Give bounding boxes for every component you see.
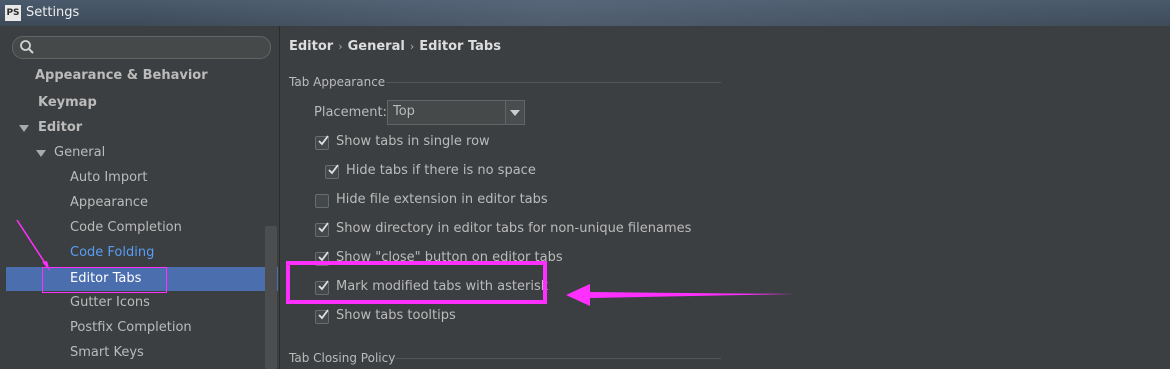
tree-item-appearance-behavior[interactable]: Appearance & Behavior <box>35 64 208 88</box>
checkbox[interactable] <box>315 135 329 150</box>
checkmark-icon <box>318 135 329 146</box>
chevron-down-icon[interactable] <box>505 101 524 124</box>
placement-label: Placement: <box>314 105 387 120</box>
placement-value: Top <box>393 104 415 119</box>
settings-tree-panel: Appearance & Behavior Keymap Editor Gene… <box>0 26 279 369</box>
tree-item-smart-keys[interactable]: Smart Keys <box>70 341 144 365</box>
checkmark-icon <box>318 222 329 233</box>
breadcrumb-editor-tabs: Editor Tabs <box>419 39 501 54</box>
settings-content-panel: Editor › General › Editor Tabs Tab Appearanc… <box>280 26 1170 369</box>
tree-item-auto-import[interactable]: Auto Import <box>70 166 147 190</box>
expand-arrow-icon[interactable] <box>36 150 46 157</box>
search-icon <box>20 40 34 54</box>
title-bar-background <box>140 0 1170 26</box>
tree-item-appearance[interactable]: Appearance <box>70 191 148 215</box>
checkbox[interactable] <box>325 164 339 179</box>
tree-item-code-folding[interactable]: Code Folding <box>70 241 154 265</box>
window-title: Settings <box>26 5 80 20</box>
section-title-tab-closing-policy: Tab Closing Policy <box>289 351 396 365</box>
breadcrumb: Editor › General › Editor Tabs <box>289 39 501 54</box>
checkmark-icon <box>318 309 329 320</box>
highlight-box-annotation <box>286 261 547 304</box>
tree-item-code-completion[interactable]: Code Completion <box>70 216 182 240</box>
breadcrumb-separator-icon: › <box>338 40 343 53</box>
checkmark-icon <box>328 164 339 175</box>
tree-item-general[interactable]: General <box>54 141 105 165</box>
tree-item-keymap[interactable]: Keymap <box>38 91 97 115</box>
checkbox-label: Hide tabs if there is no space <box>346 163 536 178</box>
checkbox-label: Show directory in editor tabs for non-un… <box>336 221 692 236</box>
phpstorm-app-icon: PS <box>5 5 21 21</box>
checkbox-label: Hide file extension in editor tabs <box>336 192 548 207</box>
tree-item-editor[interactable]: Editor <box>38 116 82 140</box>
tree-item-postfix-completion[interactable]: Postfix Completion <box>70 316 192 340</box>
section-title-tab-appearance: Tab Appearance <box>289 75 386 89</box>
search-input[interactable] <box>12 36 271 59</box>
checkbox[interactable] <box>315 194 329 208</box>
breadcrumb-editor: Editor <box>289 39 334 54</box>
expand-arrow-icon[interactable] <box>19 125 29 132</box>
checkbox[interactable] <box>315 309 329 324</box>
highlight-box-annotation-small <box>42 267 167 293</box>
checkbox-label: Show tabs in single row <box>336 134 490 149</box>
placement-dropdown[interactable]: Top <box>387 100 525 125</box>
tree-scrollbar[interactable] <box>265 226 277 369</box>
checkbox-label: Show tabs tooltips <box>336 308 456 323</box>
tree-item-gutter-icons[interactable]: Gutter Icons <box>70 291 150 315</box>
section-separator <box>386 82 721 83</box>
breadcrumb-general: General <box>347 39 405 54</box>
checkbox[interactable] <box>315 222 329 237</box>
breadcrumb-separator-icon: › <box>409 40 415 53</box>
title-bar: PS Settings <box>0 0 1170 26</box>
section-separator <box>395 358 721 359</box>
